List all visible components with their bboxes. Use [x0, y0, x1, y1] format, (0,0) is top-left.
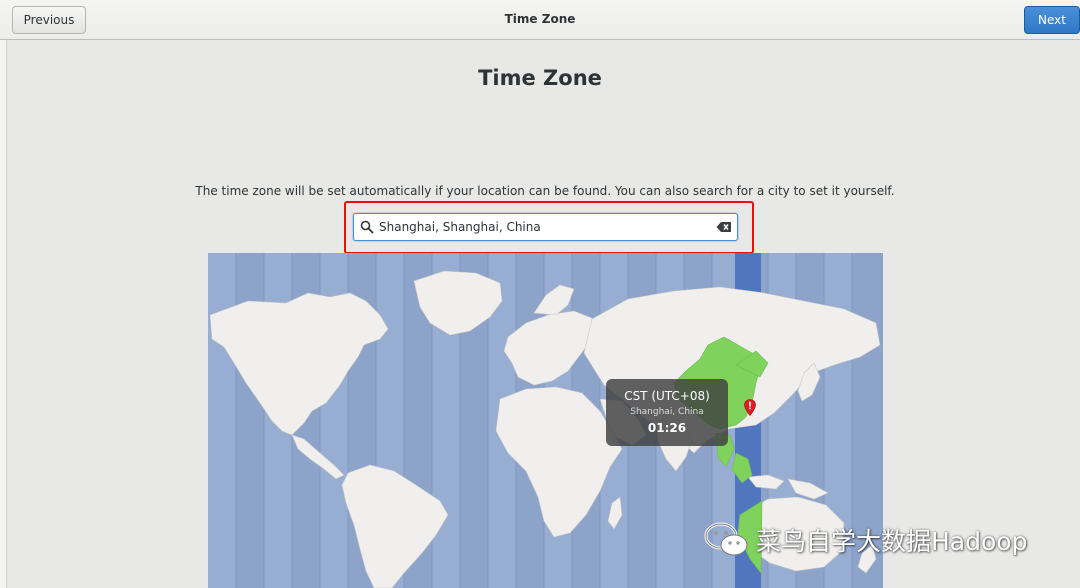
watermark: 菜鸟自学大数据Hadoop — [702, 520, 1027, 560]
page-title: Time Zone — [478, 66, 602, 90]
header-bar: Previous Time Zone Next — [0, 0, 1080, 40]
timezone-tooltip: CST (UTC+08) Shanghai, China 01:26 — [606, 379, 728, 446]
window-title: Time Zone — [504, 12, 576, 26]
clear-icon[interactable] — [716, 221, 732, 233]
tooltip-city: Shanghai, China — [630, 407, 704, 417]
watermark-text: 菜鸟自学大数据Hadoop — [756, 527, 1028, 556]
search-input[interactable] — [379, 214, 709, 240]
search-icon — [360, 220, 374, 234]
page-description: The time zone will be set automatically … — [195, 184, 895, 198]
search-entry[interactable] — [353, 213, 738, 241]
next-button[interactable]: Next — [1024, 6, 1080, 34]
location-pin-icon — [744, 399, 756, 416]
wechat-logo-icon — [704, 522, 748, 556]
tooltip-timezone: CST (UTC+08) — [624, 389, 710, 403]
tooltip-time: 01:26 — [647, 421, 687, 435]
